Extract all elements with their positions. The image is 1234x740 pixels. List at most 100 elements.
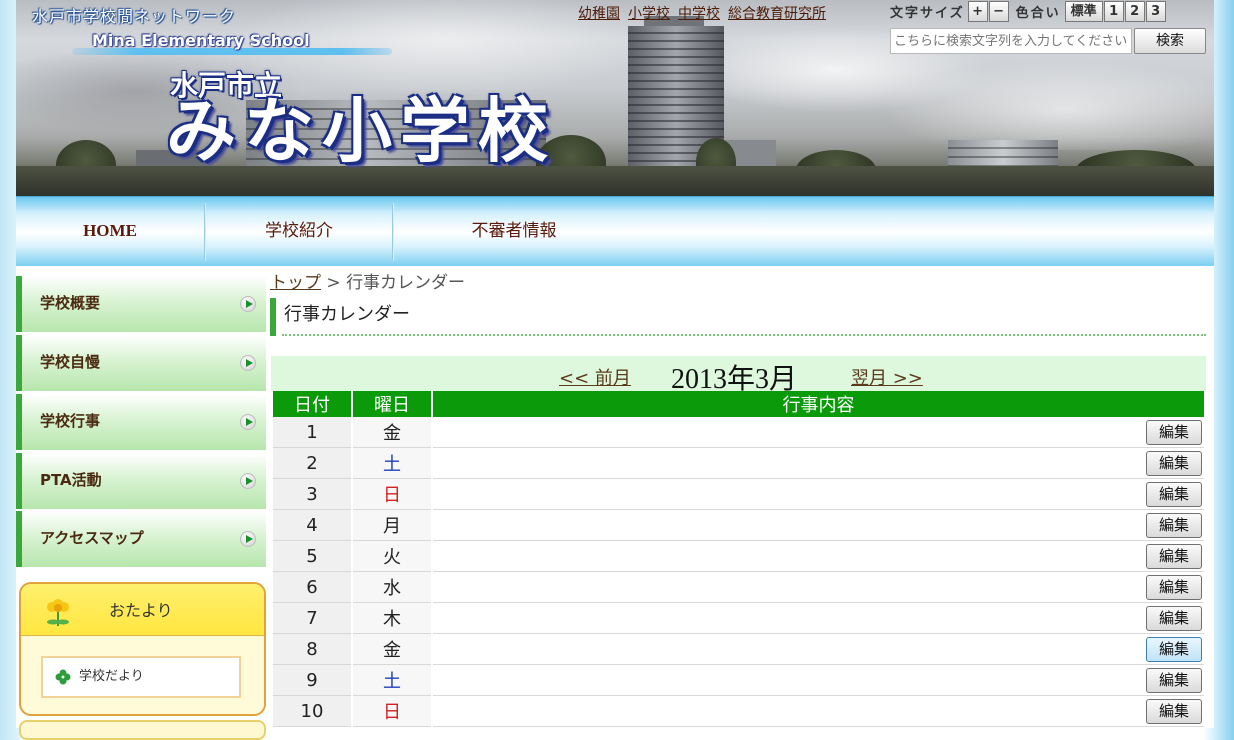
weekday-cell: 木 [353,603,431,634]
event-cell: 編集 [433,634,1204,665]
otayori-header: おたより [21,584,264,636]
edit-button[interactable]: 編集 [1146,606,1202,631]
link-junior-high[interactable]: 中学校 [678,6,720,22]
weekday-cell: 月 [353,510,431,541]
date-cell: 7 [273,603,351,634]
event-cell: 編集 [433,665,1204,696]
breadcrumb-current: 行事カレンダー [346,273,466,293]
col-header-events: 行事内容 [433,391,1204,417]
font-size-label: 文字サイズ [890,6,965,21]
display-controls: 文字サイズ + − 色合い 標準 1 2 3 [890,1,1167,22]
sidebar-item-label: 学校自慢 [40,353,101,371]
sidebar-item-label: 学校行事 [40,412,101,430]
sidebar-item-overview[interactable]: 学校概要 [16,276,266,332]
table-row: 10 日 編集 [273,696,1204,727]
edit-button[interactable]: 編集 [1146,544,1202,569]
table-row: 8 金 編集 [273,634,1204,665]
sidebar-item-pta[interactable]: PTA活動 [16,453,266,509]
weekday-cell: 金 [353,417,431,448]
color-option-2-button[interactable]: 2 [1124,1,1145,22]
weekday-cell: 土 [353,448,431,479]
event-cell: 編集 [433,510,1204,541]
date-cell: 10 [273,696,351,727]
weekday-cell: 日 [353,479,431,510]
link-elementary[interactable]: 小学校 [628,6,670,22]
top-links: 幼稚園 小学校 中学校 総合教育研究所 [578,3,834,23]
edit-button[interactable]: 編集 [1146,420,1202,445]
event-calendar: << 前月 2013年3月 翌月 >> 日付 曜日 行事内容 1 金 編集 2 [271,356,1206,727]
event-cell: 編集 [433,603,1204,634]
event-cell: 編集 [433,696,1204,727]
font-increase-button[interactable]: + [967,1,988,22]
main-nav: HOME 学校紹介 不審者情報 [16,196,1214,266]
breadcrumb: トップ > 行事カレンダー [270,268,465,293]
arrow-right-icon [240,473,256,489]
current-month: 2013年3月 [671,364,798,395]
event-cell: 編集 [433,541,1204,572]
nav-school-intro[interactable]: 学校紹介 [206,197,392,267]
date-cell: 1 [273,417,351,448]
table-row: 7 木 編集 [273,603,1204,634]
weekday-cell: 金 [353,634,431,665]
date-cell: 8 [273,634,351,665]
nav-home[interactable]: HOME [16,197,204,267]
weekday-cell: 火 [353,541,431,572]
color-label: 色合い [1015,6,1061,21]
weekday-cell: 土 [353,665,431,696]
weekday-cell: 水 [353,572,431,603]
date-cell: 6 [273,572,351,603]
table-row: 4 月 編集 [273,510,1204,541]
sidebar-item-label: アクセスマップ [40,529,144,547]
month-navigation: << 前月 2013年3月 翌月 >> [271,356,1206,395]
page-title: 行事カレンダー [270,298,1206,336]
prev-month-link[interactable]: << 前月 [559,364,631,390]
date-cell: 5 [273,541,351,572]
nav-suspicious-info[interactable]: 不審者情報 [394,197,634,267]
edit-button[interactable]: 編集 [1146,637,1202,662]
school-newsletter-label: 学校だより [79,669,144,684]
school-name-logo[interactable]: みな小学校 [166,96,556,166]
edit-button[interactable]: 編集 [1146,513,1202,538]
date-cell: 4 [273,510,351,541]
color-option-1-button[interactable]: 1 [1103,1,1124,22]
date-cell: 2 [273,448,351,479]
network-title: 水戸市学校間ネットワーク [32,7,237,26]
breadcrumb-separator: > [326,273,341,293]
calendar-table: 日付 曜日 行事内容 1 金 編集 2 土 編集 3 日 編集 4 月 編集 5… [271,391,1206,727]
edit-button[interactable]: 編集 [1146,575,1202,600]
color-standard-button[interactable]: 標準 [1064,1,1103,22]
header-banner: 水戸市学校間ネットワーク Mina Elementary School 水戸市立… [16,0,1214,196]
link-kindergarten[interactable]: 幼稚園 [578,6,620,22]
sidebar-item-access-map[interactable]: アクセスマップ [16,511,266,567]
sidebar-item-label: PTA活動 [40,471,102,489]
school-english-name: Mina Elementary School [92,31,310,50]
color-option-3-button[interactable]: 3 [1145,1,1166,22]
arrow-right-icon [240,355,256,371]
table-row: 1 金 編集 [273,417,1204,448]
event-cell: 編集 [433,448,1204,479]
font-decrease-button[interactable]: − [988,1,1009,22]
school-newsletter-link[interactable]: 学校だより [41,656,241,698]
table-row: 6 水 編集 [273,572,1204,603]
breadcrumb-top-link[interactable]: トップ [270,273,321,293]
link-research-institute[interactable]: 総合教育研究所 [728,6,826,22]
edit-button[interactable]: 編集 [1146,451,1202,476]
edit-button[interactable]: 編集 [1146,482,1202,507]
arrow-right-icon [240,531,256,547]
date-cell: 9 [273,665,351,696]
col-header-weekday: 曜日 [353,391,431,417]
edit-button[interactable]: 編集 [1146,699,1202,724]
clover-icon [55,669,71,685]
otayori-title: おたより [109,601,173,620]
arrow-right-icon [240,414,256,430]
next-month-link[interactable]: 翌月 >> [851,364,923,390]
search-input[interactable] [890,28,1132,54]
sidebar-item-pride[interactable]: 学校自慢 [16,335,266,391]
sidebar-item-events[interactable]: 学校行事 [16,394,266,450]
weekday-cell: 日 [353,696,431,727]
table-row: 5 火 編集 [273,541,1204,572]
col-header-date: 日付 [273,391,351,417]
table-row: 9 土 編集 [273,665,1204,696]
search-button[interactable]: 検索 [1134,28,1206,54]
edit-button[interactable]: 編集 [1146,668,1202,693]
